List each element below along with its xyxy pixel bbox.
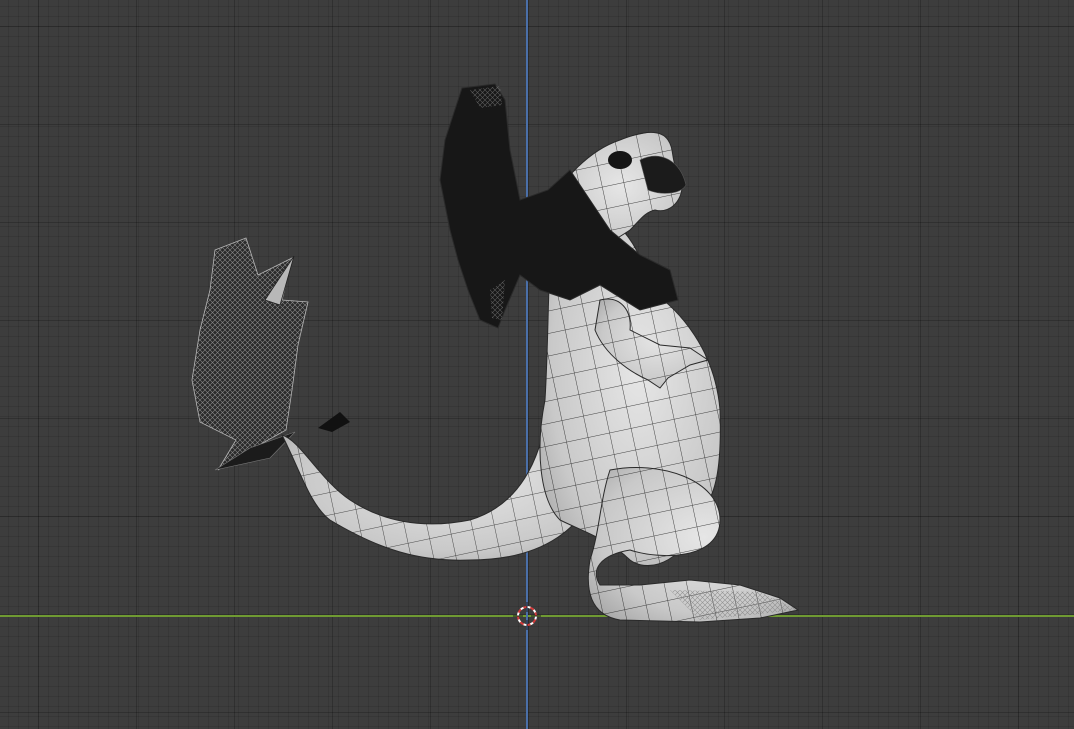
tail-tuft (191, 237, 350, 471)
dragon-model[interactable] (0, 0, 1074, 729)
leg (587, 466, 800, 623)
3d-viewport[interactable] (0, 0, 1074, 729)
3d-cursor-icon[interactable] (513, 602, 541, 630)
